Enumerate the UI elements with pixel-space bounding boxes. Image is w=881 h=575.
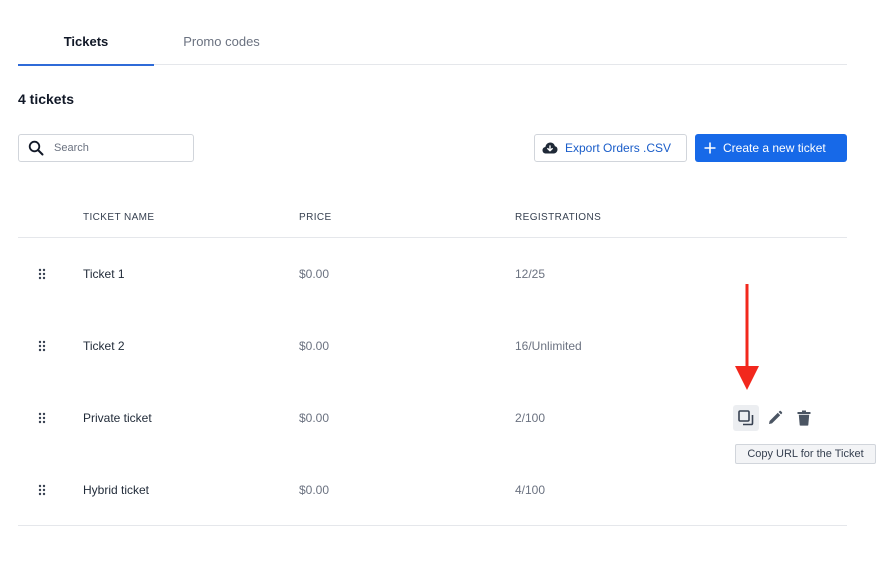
ticket-count: 4 tickets: [18, 91, 75, 107]
table-row: Ticket 2 $0.00 16/Unlimited: [18, 310, 847, 382]
ticket-price: $0.00: [299, 483, 330, 497]
tab-bar: Tickets Promo codes: [18, 18, 847, 66]
ticket-registrations: 4/100: [515, 483, 546, 497]
ticket-price: $0.00: [299, 339, 330, 353]
red-arrow-annotation-icon: [735, 284, 759, 390]
search-input[interactable]: [54, 142, 174, 154]
column-header-price[interactable]: PRICE: [299, 212, 332, 223]
export-orders-button[interactable]: Export Orders .CSV: [534, 134, 687, 162]
drag-handle-icon[interactable]: [38, 454, 50, 526]
ticket-registrations: 2/100: [515, 411, 546, 425]
ticket-registrations: 12/25: [515, 267, 546, 281]
trash-icon: [797, 410, 811, 426]
copy-url-icon: [738, 410, 754, 426]
cloud-download-icon: [542, 142, 558, 154]
row-actions: [733, 404, 817, 432]
ticket-registrations: 16/Unlimited: [515, 339, 582, 353]
drag-handle-icon[interactable]: [38, 238, 50, 310]
drag-handle-icon[interactable]: [38, 382, 50, 454]
search-icon: [28, 140, 44, 156]
export-orders-label: Export Orders .CSV: [565, 141, 672, 155]
search-box[interactable]: [18, 134, 194, 162]
ticket-price: $0.00: [299, 411, 330, 425]
table-row: Ticket 1 $0.00 12/25: [18, 238, 847, 310]
tab-promo-codes[interactable]: Promo codes: [154, 18, 289, 65]
delete-ticket-button[interactable]: [791, 405, 817, 431]
ticket-price: $0.00: [299, 267, 330, 281]
pencil-icon: [769, 410, 783, 424]
drag-handle-icon[interactable]: [38, 310, 50, 382]
table-row: Private ticket $0.00 2/100: [18, 382, 847, 454]
edit-ticket-button[interactable]: [762, 405, 788, 431]
ticket-name: Hybrid ticket: [83, 483, 150, 497]
ticket-name: Ticket 1: [83, 267, 125, 281]
ticket-name: Private ticket: [83, 411, 152, 425]
copy-url-button[interactable]: [733, 405, 759, 431]
column-header-registrations[interactable]: REGISTRATIONS: [515, 212, 601, 223]
table-bottom-divider: [18, 525, 847, 526]
create-ticket-label: Create a new ticket: [723, 141, 826, 155]
table-row: Hybrid ticket $0.00 4/100: [18, 454, 847, 526]
column-header-ticket-name[interactable]: TICKET NAME: [83, 212, 154, 223]
plus-icon: [704, 142, 716, 154]
copy-url-tooltip: Copy URL for the Ticket: [735, 444, 876, 464]
create-ticket-button[interactable]: Create a new ticket: [695, 134, 847, 162]
ticket-name: Ticket 2: [83, 339, 125, 353]
tab-tickets[interactable]: Tickets: [18, 18, 154, 66]
